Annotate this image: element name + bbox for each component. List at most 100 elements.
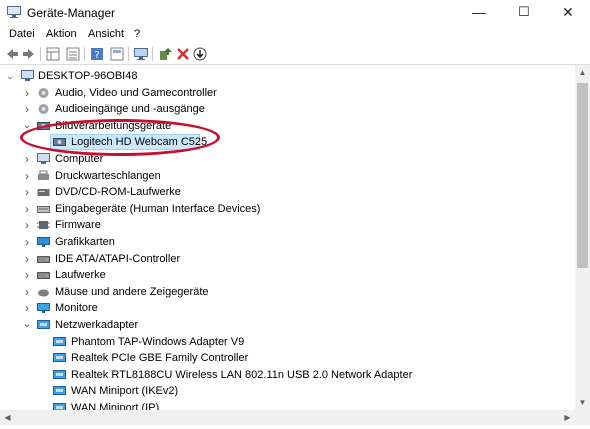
chevron-right-icon[interactable]: ›: [22, 251, 32, 267]
toolbar-separator: [128, 47, 129, 61]
window-title: Geräte-Manager: [27, 6, 116, 20]
category-label: Eingabegeräte (Human Interface Devices): [55, 202, 261, 215]
scrollbar-corner: [575, 410, 590, 425]
toolbar-separator: [84, 47, 85, 61]
network-icon: [53, 353, 66, 363]
device-label: Logitech HD Webcam C525: [71, 136, 208, 149]
forward-icon[interactable]: [21, 46, 37, 62]
category-item[interactable]: › Audioeingänge und -ausgänge: [0, 101, 575, 117]
network-icon: [37, 320, 50, 329]
scroll-thumb[interactable]: [577, 83, 588, 268]
speaker-icon: [38, 104, 49, 115]
menu-aktion[interactable]: Aktion: [46, 28, 77, 40]
category-item[interactable]: ⌄ Netzwerkadapter: [0, 317, 575, 333]
category-item[interactable]: › Mäuse und andere Zeigegeräte: [0, 284, 575, 300]
chevron-right-icon[interactable]: ›: [22, 151, 32, 167]
chevron-right-icon[interactable]: ›: [22, 184, 32, 200]
mouse-icon: [38, 289, 49, 297]
category-item[interactable]: ⌄ Bildverarbeitungsgeräte: [0, 118, 575, 134]
device-label: WAN Miniport (IKEv2): [71, 385, 179, 398]
menu-help[interactable]: ?: [134, 28, 140, 40]
chip-icon: [37, 221, 50, 230]
category-label: IDE ATA/ATAPI-Controller: [55, 252, 181, 265]
monitor-icon[interactable]: [133, 46, 149, 62]
category-label: Mäuse und andere Zeigegeräte: [55, 285, 209, 298]
toolbar-separator: [40, 47, 41, 61]
chevron-right-icon[interactable]: ›: [22, 234, 32, 250]
category-item[interactable]: › DVD/CD-ROM-Laufwerke: [0, 184, 575, 200]
category-item[interactable]: › Laufwerke: [0, 267, 575, 283]
chevron-right-icon[interactable]: ›: [22, 300, 32, 316]
chevron-right-icon[interactable]: ›: [22, 267, 32, 283]
chevron-down-icon[interactable]: ⌄: [22, 118, 32, 134]
category-label: Audioeingänge und -ausgänge: [55, 103, 205, 116]
category-label: Computer: [55, 153, 104, 165]
menu-ansicht[interactable]: Ansicht: [88, 28, 124, 40]
category-item[interactable]: › Firmware: [0, 217, 575, 233]
menu-datei[interactable]: Datei: [9, 28, 35, 40]
keyboard-icon: [37, 205, 50, 213]
category-label: Druckwarteschlangen: [55, 169, 161, 182]
scroll-up-icon[interactable]: ▲: [575, 68, 590, 77]
maximize-button[interactable]: ☐: [502, 0, 546, 25]
category-item[interactable]: › Monitore: [0, 300, 575, 316]
device-label: Phantom TAP-Windows Adapter V9: [71, 335, 245, 348]
category-item[interactable]: › IDE ATA/ATAPI-Controller: [0, 251, 575, 267]
uninstall-icon[interactable]: [175, 46, 191, 62]
device-item[interactable]: Realtek RTL8188CU Wireless LAN 802.11n U…: [0, 367, 575, 383]
display-icon: [37, 237, 50, 247]
device-manager-icon: [7, 6, 21, 18]
details-icon[interactable]: [109, 46, 125, 62]
speaker-icon: [38, 87, 49, 98]
properties-grid-icon[interactable]: [45, 46, 61, 62]
toolbar: ?: [0, 44, 590, 65]
scroll-right-icon[interactable]: ▶: [560, 413, 575, 422]
computer-icon: [21, 70, 34, 81]
device-item[interactable]: Phantom TAP-Windows Adapter V9: [0, 334, 575, 350]
device-label: Realtek RTL8188CU Wireless LAN 802.11n U…: [71, 368, 413, 381]
category-label: Audio, Video und Gamecontroller: [55, 86, 217, 99]
chevron-right-icon[interactable]: ›: [22, 168, 32, 184]
device-item[interactable]: Logitech HD Webcam C525: [0, 134, 575, 151]
category-item[interactable]: › Computer: [0, 151, 575, 167]
scroll-left-icon[interactable]: ◀: [0, 413, 15, 422]
chevron-right-icon[interactable]: ›: [22, 284, 32, 300]
chevron-right-icon[interactable]: ›: [22, 217, 32, 233]
camera-icon: [53, 138, 66, 147]
device-tree[interactable]: ⌄ DESKTOP-96OBI48 › Audio, Video und Gameco…: [0, 65, 575, 410]
chevron-right-icon[interactable]: ›: [22, 85, 32, 101]
tree-root[interactable]: ⌄ DESKTOP-96OBI48: [0, 68, 575, 84]
scroll-down-icon[interactable]: ▼: [575, 398, 590, 407]
category-label: Bildverarbeitungsgeräte: [55, 119, 172, 132]
title-bar: Geräte-Manager — ☐ ✕: [0, 0, 590, 26]
category-item[interactable]: › Grafikkarten: [0, 234, 575, 250]
printer-icon: [38, 170, 49, 180]
download-icon[interactable]: [192, 46, 208, 62]
list-icon[interactable]: [65, 46, 81, 62]
category-label: Firmware: [55, 219, 101, 232]
minimize-button[interactable]: —: [457, 0, 501, 25]
network-icon: [53, 403, 66, 410]
menu-bar: Datei Aktion Ansicht ?: [0, 25, 590, 44]
tree-root-label: DESKTOP-96OBI48: [38, 70, 138, 82]
device-label: WAN Miniport (IP): [71, 402, 160, 410]
device-item[interactable]: WAN Miniport (IP): [0, 400, 575, 410]
device-item[interactable]: Realtek PCIe GBE Family Controller: [0, 350, 575, 366]
camera-icon: [37, 121, 50, 130]
toolbar-separator: [152, 47, 153, 61]
close-button[interactable]: ✕: [546, 0, 590, 25]
chevron-right-icon[interactable]: ›: [22, 201, 32, 217]
chevron-down-icon[interactable]: ⌄: [22, 317, 32, 333]
category-item[interactable]: › Druckwarteschlangen: [0, 168, 575, 184]
category-item[interactable]: › Audio, Video und Gamecontroller: [0, 85, 575, 101]
vertical-scrollbar[interactable]: ▲ ▼: [575, 65, 590, 410]
back-icon[interactable]: [4, 46, 20, 62]
horizontal-scrollbar[interactable]: ◀ ▶: [0, 410, 575, 425]
category-item[interactable]: › Eingabegeräte (Human Interface Devices): [0, 201, 575, 217]
monitor-icon: [37, 303, 50, 314]
chevron-down-icon[interactable]: ⌄: [5, 68, 15, 84]
update-driver-icon[interactable]: [157, 46, 173, 62]
help-icon[interactable]: ?: [89, 46, 105, 62]
device-item[interactable]: WAN Miniport (IKEv2): [0, 383, 575, 399]
chevron-right-icon[interactable]: ›: [22, 101, 32, 117]
